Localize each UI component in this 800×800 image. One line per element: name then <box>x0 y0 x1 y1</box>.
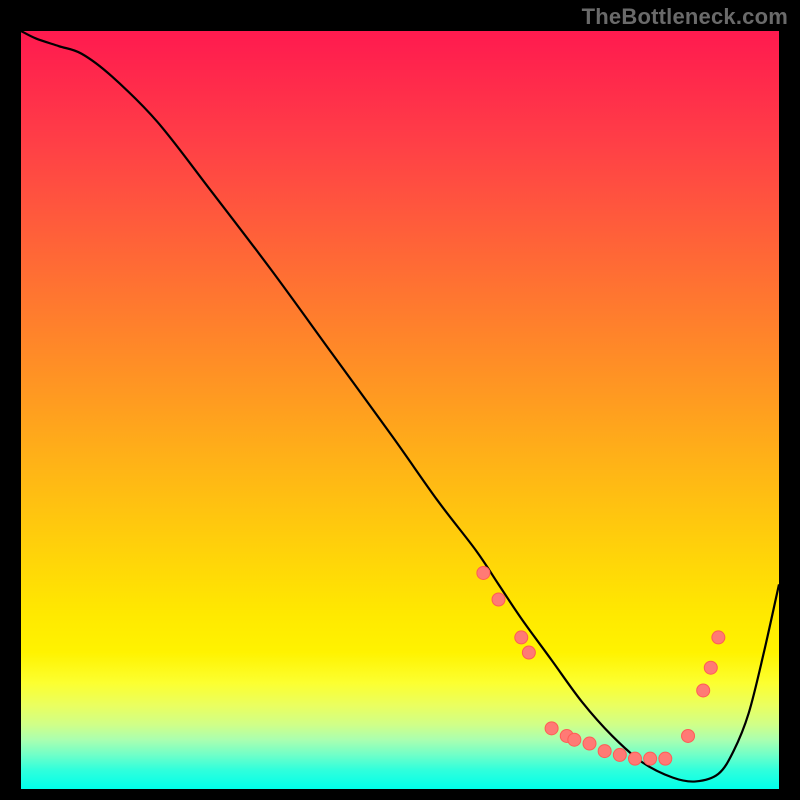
scatter-dot <box>492 593 505 606</box>
scatter-dot <box>522 646 535 659</box>
chart-svg <box>21 31 779 789</box>
scatter-dot <box>712 631 725 644</box>
scatter-dot <box>644 752 657 765</box>
scatter-dot <box>560 729 573 742</box>
scatter-dot <box>659 752 672 765</box>
chart-frame: TheBottleneck.com <box>0 0 800 800</box>
watermark-text: TheBottleneck.com <box>582 4 788 30</box>
scatter-dots <box>477 566 725 765</box>
scatter-dot <box>598 745 611 758</box>
scatter-dot <box>697 684 710 697</box>
scatter-dot <box>583 737 596 750</box>
scatter-dot <box>628 752 641 765</box>
scatter-dot <box>704 661 717 674</box>
scatter-dot <box>568 733 581 746</box>
scatter-dot <box>477 566 490 579</box>
chart-plot-area <box>21 31 779 789</box>
scatter-dot <box>515 631 528 644</box>
scatter-dot <box>682 729 695 742</box>
bottleneck-curve <box>21 31 779 782</box>
scatter-dot <box>613 748 626 761</box>
scatter-dot <box>545 722 558 735</box>
